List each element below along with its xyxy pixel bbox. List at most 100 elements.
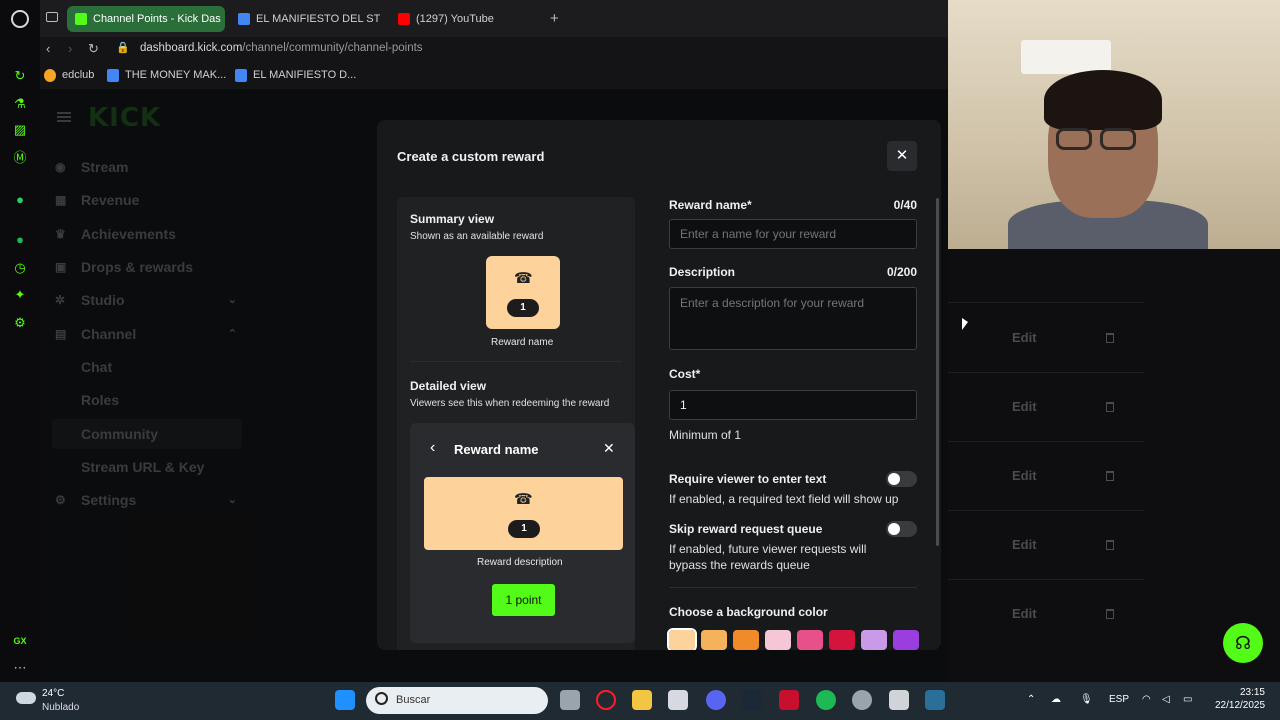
cloud-icon[interactable] — [16, 692, 36, 704]
summary-title: Summary view — [410, 212, 495, 226]
trash-icon[interactable] — [1106, 333, 1114, 343]
row-divider — [948, 302, 1144, 303]
skip-queue-label: Skip reward request queue — [669, 522, 823, 536]
reward-preview: Summary view Shown as an available rewar… — [397, 197, 635, 650]
microphone-icon[interactable]: 🎙 — [1080, 694, 1093, 705]
tab-menu-icon[interactable] — [46, 12, 58, 22]
messenger-icon[interactable]: Ⓜ — [12, 150, 28, 166]
require-text-toggle[interactable] — [886, 471, 917, 487]
task-view-icon[interactable] — [560, 690, 580, 710]
trash-icon[interactable] — [1106, 609, 1114, 619]
detailed-subtitle: Viewers see this when redeeming the rewa… — [410, 398, 610, 409]
url-domain: dashboard.kick.com — [140, 42, 243, 54]
back-arrow-icon[interactable]: ‹ — [46, 41, 50, 56]
spotify-icon[interactable]: ● — [12, 232, 28, 248]
trash-icon[interactable] — [1106, 402, 1114, 412]
notes-icon[interactable]: ▨ — [12, 122, 28, 138]
refresh-panel-icon[interactable]: ↻ — [12, 68, 28, 84]
edit-button[interactable]: Edit — [1012, 399, 1037, 414]
snipping-tool-icon[interactable] — [668, 690, 688, 710]
gx-icon[interactable]: GX — [12, 633, 28, 649]
cost-input[interactable] — [669, 390, 917, 420]
extensions-icon[interactable]: ✦ — [12, 287, 28, 303]
tab-bar: Channel Points - Kick Das EL MANIFIESTO … — [40, 0, 948, 37]
opera-logo-icon[interactable] — [11, 10, 29, 28]
mcafee-icon[interactable] — [779, 690, 799, 710]
battery-icon[interactable]: ▭ — [1183, 694, 1192, 705]
color-swatch[interactable] — [861, 630, 887, 650]
whatsapp-icon[interactable]: ● — [12, 192, 28, 208]
detail-description: Reward description — [477, 557, 563, 568]
skip-queue-toggle[interactable] — [886, 521, 917, 537]
weather-temp[interactable]: 24°C — [42, 688, 64, 699]
calculator-icon[interactable] — [925, 690, 945, 710]
back-arrow-icon[interactable]: ‹ — [430, 439, 435, 457]
edit-button[interactable]: Edit — [1012, 330, 1037, 345]
more-icon[interactable]: ⋯ — [12, 660, 28, 676]
cost-label: Cost* — [669, 367, 701, 381]
bookmark-money[interactable]: THE MONEY MAK... — [107, 69, 226, 82]
edit-button[interactable]: Edit — [1012, 468, 1037, 483]
search-placeholder: Buscar — [396, 694, 431, 706]
cost-pill: 1 — [507, 299, 539, 317]
edit-button[interactable]: Edit — [1012, 606, 1037, 621]
color-swatch[interactable] — [797, 630, 823, 650]
color-swatch[interactable] — [733, 630, 759, 650]
settings-icon[interactable]: ⚙ — [12, 315, 28, 331]
reload-icon[interactable]: ↻ — [88, 41, 99, 57]
weather-condition[interactable]: Nublado — [42, 702, 79, 713]
headset-icon: ☊ — [1235, 633, 1251, 653]
glasses-left — [1056, 128, 1092, 150]
reward-name-label: Reward name* — [669, 198, 752, 212]
color-swatch[interactable] — [893, 630, 919, 650]
chatgpt-icon[interactable] — [852, 690, 872, 710]
file-explorer-icon[interactable] — [632, 690, 652, 710]
tab-youtube[interactable]: (1297) YouTube — [390, 6, 540, 32]
history-icon[interactable]: ◷ — [12, 260, 28, 276]
wifi-icon[interactable]: ◠ — [1142, 694, 1151, 705]
description-textarea[interactable] — [669, 287, 917, 350]
ai-icon[interactable]: ⚗ — [12, 96, 28, 112]
new-tab-plus-icon[interactable]: + — [550, 10, 559, 27]
redeem-point-button[interactable]: 1 point — [492, 584, 555, 616]
close-icon[interactable]: ✕ — [603, 440, 615, 457]
person-hair — [1044, 70, 1162, 130]
language-indicator[interactable]: ESP — [1109, 694, 1129, 705]
lock-icon[interactable]: 🔒 — [116, 41, 130, 54]
webcam-feed — [948, 0, 1280, 249]
windows-taskbar: 24°C Nublado Buscar ⌃ ☁ 🎙 ESP ◠ ◁ ▭ 23:1… — [0, 682, 1280, 720]
chevron-up-icon[interactable]: ⌃ — [1027, 694, 1035, 705]
steam-icon[interactable] — [742, 690, 762, 710]
volume-icon[interactable]: ◁ — [1162, 694, 1170, 705]
close-button[interactable]: ✕ — [887, 141, 917, 171]
color-swatch[interactable] — [667, 628, 697, 650]
cost-pill: 1 — [508, 520, 540, 538]
url-field[interactable]: dashboard.kick.com/channel/community/cha… — [140, 42, 423, 54]
taskbar-search[interactable]: Buscar — [366, 687, 548, 714]
tab-manifiesto[interactable]: EL MANIFIESTO DEL STR — [230, 6, 380, 32]
tab-channel-points[interactable]: Channel Points - Kick Das — [67, 6, 225, 32]
color-swatch[interactable] — [701, 630, 727, 650]
forward-arrow-icon[interactable]: › — [68, 41, 72, 56]
support-chat-button[interactable]: ☊ — [1223, 623, 1263, 663]
modal-scrollbar[interactable] — [936, 198, 939, 546]
onedrive-icon[interactable]: ☁ — [1051, 694, 1061, 705]
bookmark-edclub[interactable]: edclub — [44, 69, 94, 82]
bookmark-manifiesto[interactable]: EL MANIFIESTO D... — [235, 69, 356, 82]
youtube-favicon-icon — [398, 13, 410, 25]
edit-button[interactable]: Edit — [1012, 537, 1037, 552]
reward-name-input[interactable] — [669, 219, 917, 249]
trash-icon[interactable] — [1106, 471, 1114, 481]
reward-name-counter: 0/40 — [893, 198, 917, 212]
system-clock[interactable]: 23:15 22/12/2025 — [1215, 687, 1265, 711]
color-swatch[interactable] — [829, 630, 855, 650]
obs-icon[interactable] — [889, 690, 909, 710]
discord-icon[interactable] — [706, 690, 726, 710]
telephone-icon: ☎ — [514, 491, 533, 508]
opera-gx-icon[interactable] — [596, 690, 616, 710]
address-bar: ‹ › ↻ 🔒 dashboard.kick.com/channel/commu… — [40, 37, 948, 63]
color-swatch[interactable] — [765, 630, 791, 650]
trash-icon[interactable] — [1106, 540, 1114, 550]
start-windows-icon[interactable] — [335, 690, 355, 710]
spotify-icon[interactable] — [816, 690, 836, 710]
